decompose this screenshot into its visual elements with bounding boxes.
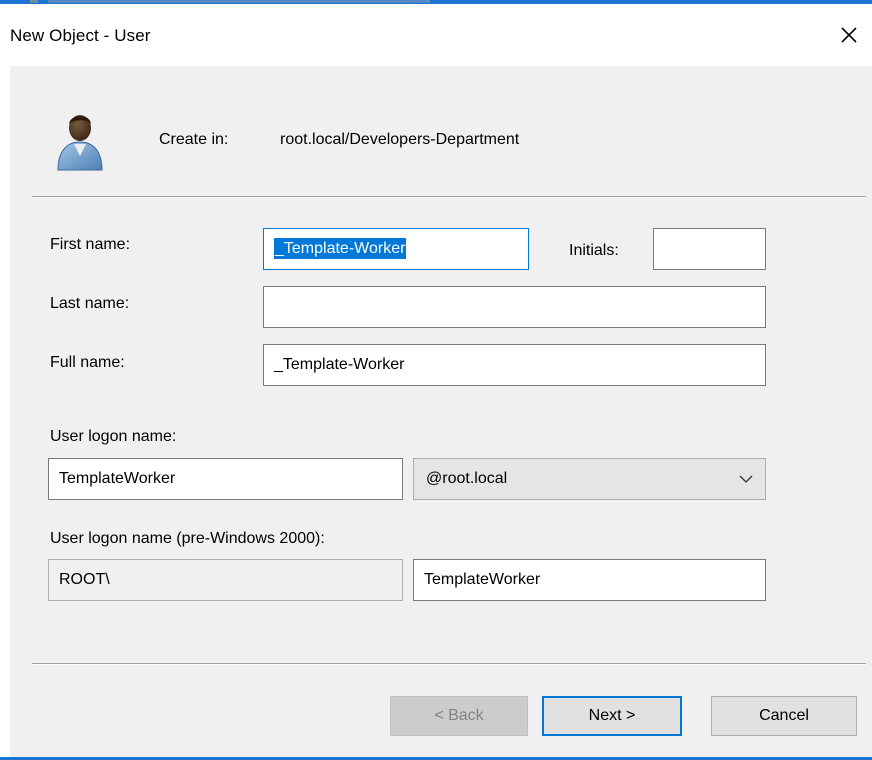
close-icon <box>841 27 857 43</box>
first-name-label: First name: <box>50 236 131 253</box>
back-button[interactable]: < Back <box>390 696 528 736</box>
first-name-value: _Template-Worker <box>274 238 407 259</box>
user-icon <box>57 115 103 171</box>
logon-domain-value: @root.local <box>426 470 508 487</box>
pre2000-domain-field: ROOT\ <box>48 559 403 601</box>
close-button[interactable] <box>834 20 864 50</box>
logon-name-field[interactable]: TemplateWorker <box>48 458 403 500</box>
dialog-body: Create in: root.local/Developers-Departm… <box>10 66 872 758</box>
full-name-label: Full name: <box>50 354 125 371</box>
last-name-field[interactable] <box>263 286 766 328</box>
initials-label: Initials: <box>569 242 619 259</box>
first-name-field[interactable]: _Template-Worker <box>263 228 529 270</box>
pre2000-logon-label: User logon name (pre-Windows 2000): <box>50 530 325 547</box>
window-title: New Object - User <box>10 26 151 45</box>
footer-divider <box>32 663 866 665</box>
cancel-button[interactable]: Cancel <box>711 696 857 736</box>
chevron-down-icon <box>739 475 753 483</box>
pre2000-logon-field[interactable]: TemplateWorker <box>413 559 766 601</box>
background-window-edge <box>30 0 430 3</box>
logon-domain-dropdown[interactable]: @root.local <box>413 458 766 500</box>
next-button[interactable]: Next > <box>542 696 682 736</box>
header-divider <box>32 196 866 198</box>
full-name-field[interactable]: _Template-Worker <box>263 344 766 386</box>
new-object-user-dialog: New Object - User Create in: root.local/… <box>0 0 872 760</box>
logon-name-label: User logon name: <box>50 428 177 445</box>
create-in-label: Create in: <box>159 131 229 148</box>
initials-field[interactable] <box>653 228 766 270</box>
title-bar[interactable]: New Object - User <box>0 4 872 66</box>
last-name-label: Last name: <box>50 295 130 312</box>
create-in-path: root.local/Developers-Department <box>280 131 520 148</box>
